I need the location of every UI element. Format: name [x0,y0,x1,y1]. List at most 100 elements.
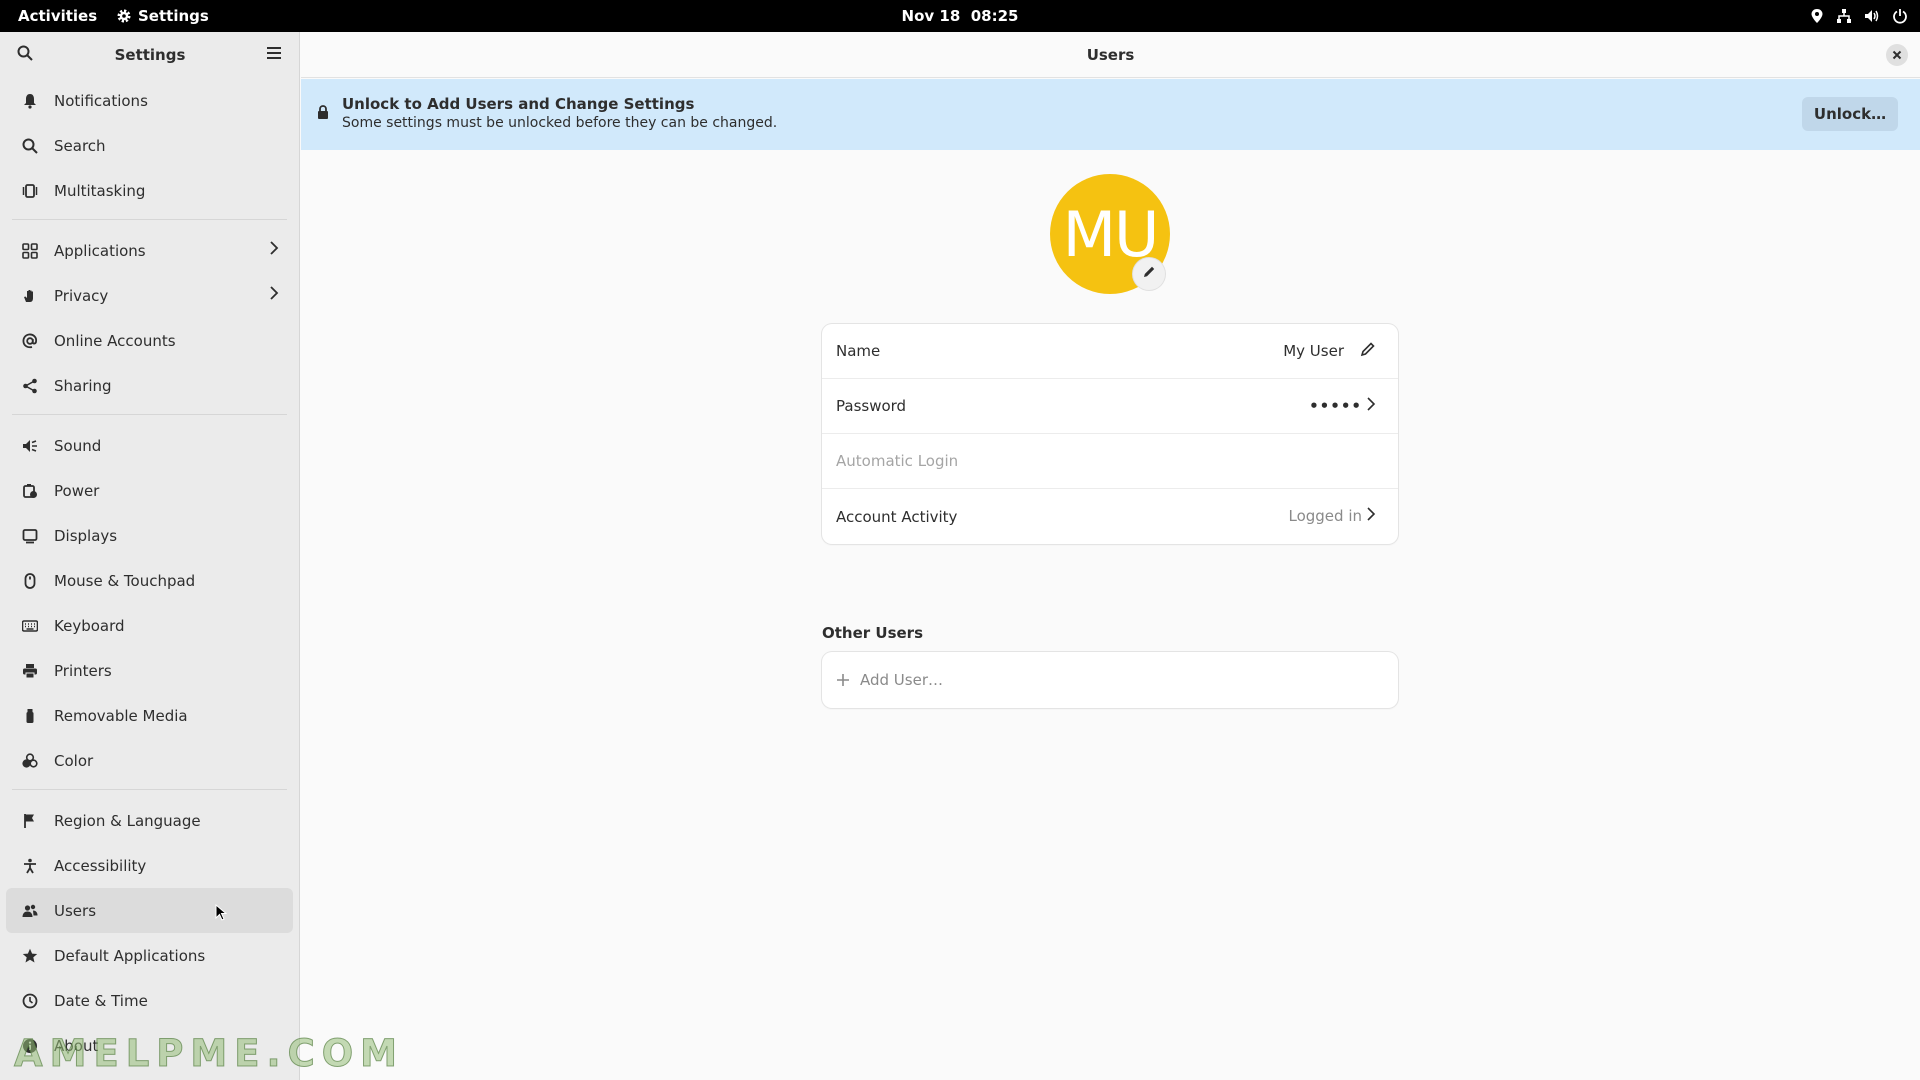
sidebar-item-label: Removable Media [54,706,188,725]
unlock-button[interactable]: Unlock… [1802,97,1898,131]
close-button[interactable] [1886,44,1908,66]
main-header: Users [301,32,1920,78]
sidebar-item-accessibility[interactable]: Accessibility [6,843,293,888]
display-icon [20,526,40,546]
sidebar-item-displays[interactable]: Displays [6,513,293,558]
chevron-right-icon [269,285,279,305]
sidebar-item-keyboard[interactable]: Keyboard [6,603,293,648]
sidebar-item-notifications[interactable]: Notifications [6,78,293,123]
star-icon [20,946,40,966]
name-value: My User [1283,342,1344,360]
multitasking-icon [20,181,40,201]
sidebar-item-label: Power [54,481,100,500]
sidebar-title: Settings [114,46,186,64]
sidebar-separator [12,219,287,220]
sidebar-item-label: Online Accounts [54,331,176,350]
date-label: Nov 18 [901,7,961,25]
pencil-icon[interactable] [1360,341,1376,361]
sidebar-item-online-accounts[interactable]: Online Accounts [6,318,293,363]
sidebar-item-label: Color [54,751,94,770]
sidebar-item-color[interactable]: Color [6,738,293,783]
sidebar-item-label: Mouse & Touchpad [54,571,196,590]
sidebar-item-label: Printers [54,661,112,680]
app-menu[interactable]: Settings [116,0,209,32]
location-icon [1810,8,1824,24]
sidebar-item-printers[interactable]: Printers [6,648,293,693]
account-activity-label: Account Activity [836,507,958,526]
accessibility-icon [20,856,40,876]
chevron-right-icon [269,240,279,260]
sidebar-item-power[interactable]: Power [6,468,293,513]
chevron-right-icon [1366,506,1376,526]
account-activity-row[interactable]: Account Activity Logged in [822,489,1398,544]
sidebar-item-mouse-touchpad[interactable]: Mouse & Touchpad [6,558,293,603]
color-icon [20,751,40,771]
account-activity-value: Logged in [1288,507,1362,525]
sidebar-item-region-language[interactable]: Region & Language [6,798,293,843]
sidebar-item-label: Notifications [54,91,148,110]
clock-button[interactable]: Nov 18 08:25 [902,7,1019,25]
applications-icon [20,241,40,261]
hamburger-icon [266,46,282,64]
main-menu-button[interactable] [259,40,289,70]
sidebar-item-applications[interactable]: Applications [6,228,293,273]
sidebar-item-users[interactable]: Users [6,888,293,933]
search-icon [20,136,40,156]
sidebar: Settings Notifications Search Multitaski… [0,32,300,1080]
name-label: Name [836,342,881,360]
mouse-pointer-icon [215,903,228,926]
sidebar-separator [12,789,287,790]
sidebar-item-label: Default Applications [54,946,206,965]
sidebar-item-multitasking[interactable]: Multitasking [6,168,293,213]
volume-icon [1864,8,1880,24]
battery-icon [20,481,40,501]
other-users-card: Add User… [822,652,1398,708]
sidebar-item-sharing[interactable]: Sharing [6,363,293,408]
network-icon [1836,8,1852,24]
keyboard-icon [20,616,40,636]
sidebar-item-label: Keyboard [54,616,125,635]
sidebar-item-label: Displays [54,526,118,545]
sidebar-item-search[interactable]: Search [6,123,293,168]
time-label: 08:25 [970,7,1019,25]
name-row: Name My User [822,324,1398,379]
add-user-button[interactable]: Add User… [822,652,1398,708]
share-icon [20,376,40,396]
close-icon [1892,46,1902,64]
password-row[interactable]: Password ••••• [822,379,1398,434]
page-title: Users [1086,46,1135,64]
unlock-banner: Unlock to Add Users and Change Settings … [301,79,1920,150]
sidebar-item-removable-media[interactable]: Removable Media [6,693,293,738]
sidebar-item-label: Date & Time [54,991,148,1010]
other-users-heading: Other Users [822,624,924,642]
power-icon [1892,8,1908,24]
password-value: ••••• [1309,397,1362,415]
sidebar-item-date-time[interactable]: Date & Time [6,978,293,1023]
system-tray[interactable] [1810,0,1908,32]
avatar-edit-button[interactable] [1133,258,1165,290]
watermark: AMELPME.COM [13,1032,405,1076]
sidebar-item-label: Sound [54,436,102,455]
automatic-login-row: Automatic Login [822,434,1398,489]
usb-icon [20,706,40,726]
sidebar-separator [12,414,287,415]
sidebar-item-label: Region & Language [54,811,201,830]
lock-icon [317,105,329,124]
sidebar-item-label: Users [54,901,97,920]
clock: Nov 18 08:25 [0,0,1920,32]
top-bar: Activities Settings Nov 18 08:25 [0,0,1920,32]
sidebar-item-label: Applications [54,241,146,260]
at-icon [20,331,40,351]
bell-icon [20,91,40,111]
sidebar-item-label: Search [54,136,106,155]
speaker-icon [20,436,40,456]
sidebar-item-label: Multitasking [54,181,146,200]
activities-button[interactable]: Activities [18,0,97,32]
sidebar-item-label: Accessibility [54,856,147,875]
flag-icon [20,811,40,831]
sidebar-item-sound[interactable]: Sound [6,423,293,468]
chevron-right-icon [1366,396,1376,416]
sidebar-item-default-applications[interactable]: Default Applications [6,933,293,978]
sidebar-item-privacy[interactable]: Privacy [6,273,293,318]
printer-icon [20,661,40,681]
